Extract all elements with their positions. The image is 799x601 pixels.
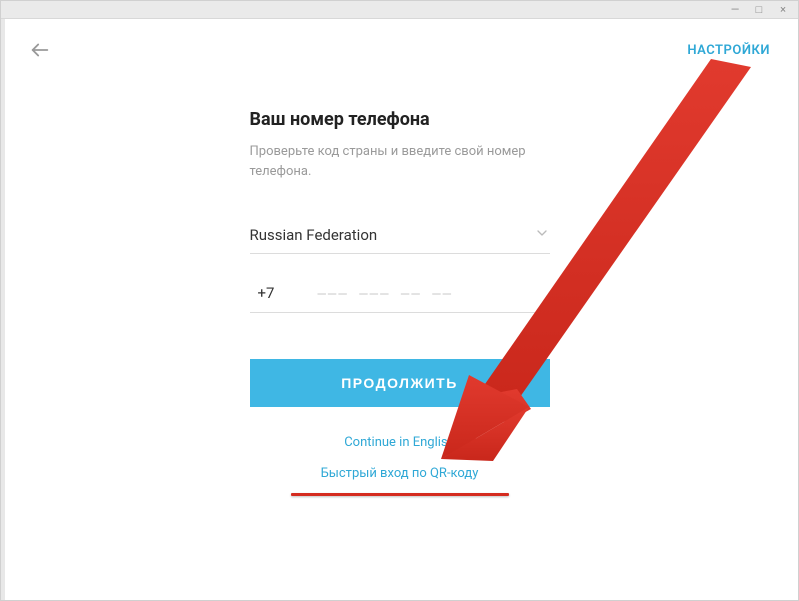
phone-input-row[interactable]: +7 ––– ––– –– –– [250, 284, 550, 313]
app-window: — □ × НАСТРОЙКИ Ваш номер телефона Прове… [0, 0, 799, 601]
country-name: Russian Federation [250, 226, 378, 244]
close-button[interactable]: × [776, 4, 790, 15]
back-arrow-icon[interactable] [29, 39, 51, 61]
minimize-button[interactable]: — [728, 4, 742, 15]
chevron-down-icon [534, 225, 550, 245]
qr-login-link[interactable]: Быстрый вход по QR-коду [321, 466, 479, 481]
header: НАСТРОЙКИ [1, 19, 798, 61]
dial-code: +7 [258, 284, 294, 302]
maximize-button[interactable]: □ [752, 4, 766, 15]
page-subtitle: Проверьте код страны и введите свой номе… [250, 142, 550, 181]
phone-input[interactable]: ––– ––– –– –– [318, 286, 454, 302]
titlebar: — □ × [1, 1, 798, 19]
continue-english-link[interactable]: Continue in English [344, 435, 455, 450]
continue-button[interactable]: ПРОДОЛЖИТЬ [250, 359, 550, 407]
left-edge-decoration [1, 19, 5, 600]
annotation-underline [291, 493, 509, 496]
settings-link[interactable]: НАСТРОЙКИ [687, 43, 770, 58]
login-form: Ваш номер телефона Проверьте код страны … [250, 109, 550, 496]
country-selector[interactable]: Russian Federation [250, 225, 550, 254]
page-title: Ваш номер телефона [250, 109, 550, 130]
